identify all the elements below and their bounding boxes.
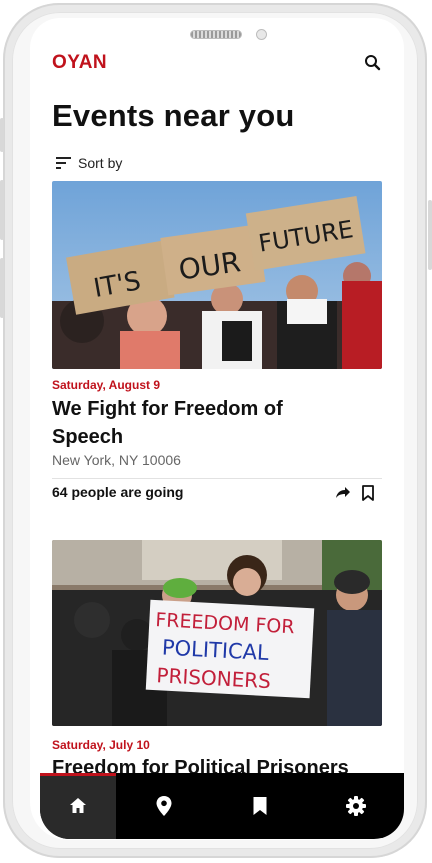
settings-icon: [346, 796, 366, 816]
event-location: New York, NY 10006: [52, 452, 181, 468]
bookmark-icon: [362, 485, 374, 501]
bottom-navigation: [40, 773, 404, 839]
attendee-count: 64 people are going: [52, 484, 184, 500]
nav-home[interactable]: [40, 773, 116, 839]
phone-camera: [256, 29, 267, 40]
page-title: Events near you: [52, 98, 295, 133]
sort-icon: [56, 157, 71, 169]
nav-saved[interactable]: [212, 773, 308, 839]
home-icon: [70, 798, 86, 813]
phone-speaker: [190, 30, 242, 39]
phone-side-button: [0, 118, 4, 152]
app-header: OYAN: [52, 52, 381, 76]
protest-photo-future: IT'S OUR FUTURE: [52, 181, 382, 369]
phone-volume-down: [0, 258, 4, 318]
search-icon: [365, 55, 381, 71]
phone-power-button: [428, 200, 432, 270]
bookmark-button[interactable]: [359, 484, 377, 502]
event-image[interactable]: FREEDOM FOR POLITICAL PRISONERS: [52, 540, 382, 726]
brand-logo[interactable]: OYAN: [52, 52, 107, 74]
search-button[interactable]: [362, 52, 384, 74]
event-image[interactable]: IT'S OUR FUTURE: [52, 181, 382, 369]
share-button[interactable]: [334, 484, 352, 502]
event-title[interactable]: We Fight for Freedom of Speech: [52, 395, 352, 451]
bookmark-icon: [253, 797, 267, 815]
sort-label: Sort by: [78, 155, 123, 171]
share-icon: [336, 487, 350, 498]
phone-volume-up: [0, 180, 4, 240]
location-pin-icon: [156, 796, 172, 816]
nav-map[interactable]: [116, 773, 212, 839]
event-date: Saturday, August 9: [52, 378, 161, 392]
sort-button[interactable]: Sort by: [56, 153, 122, 173]
event-date: Saturday, July 10: [52, 738, 150, 752]
protest-photo-prisoners: FREEDOM FOR POLITICAL PRISONERS: [52, 540, 382, 726]
card-divider: [52, 478, 382, 479]
nav-settings[interactable]: [308, 773, 404, 839]
